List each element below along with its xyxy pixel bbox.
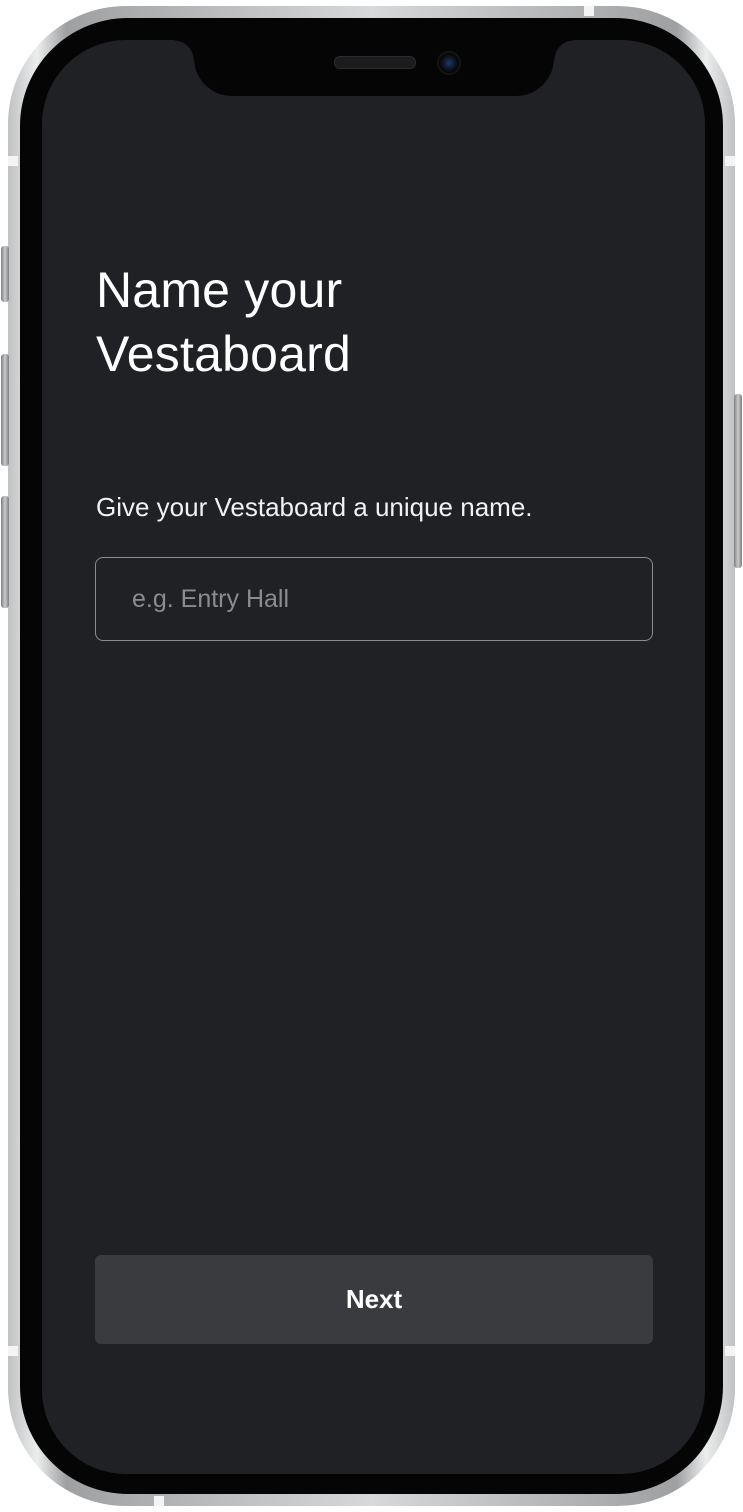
next-button[interactable]: Next [95, 1255, 653, 1344]
antenna-band [725, 156, 735, 166]
speaker-grille [334, 56, 416, 69]
volume-down-button [1, 496, 9, 608]
volume-up-button [1, 354, 9, 466]
silent-switch [1, 246, 9, 302]
power-button [734, 394, 742, 568]
antenna-band [154, 1496, 164, 1506]
page-subtitle: Give your Vestaboard a unique name. [96, 492, 533, 522]
antenna-band [8, 1346, 18, 1356]
page-title: Name your Vestaboard [96, 258, 656, 386]
board-name-input[interactable] [95, 557, 653, 641]
notch [174, 40, 574, 96]
page-title-line-1: Name your [96, 262, 343, 318]
antenna-band [8, 156, 18, 166]
page-title-line-2: Vestaboard [96, 326, 351, 382]
antenna-band [584, 6, 594, 16]
app-screen: Name your Vestaboard Give your Vestaboar… [42, 40, 705, 1474]
front-camera-icon [437, 51, 461, 75]
antenna-band [725, 1346, 735, 1356]
